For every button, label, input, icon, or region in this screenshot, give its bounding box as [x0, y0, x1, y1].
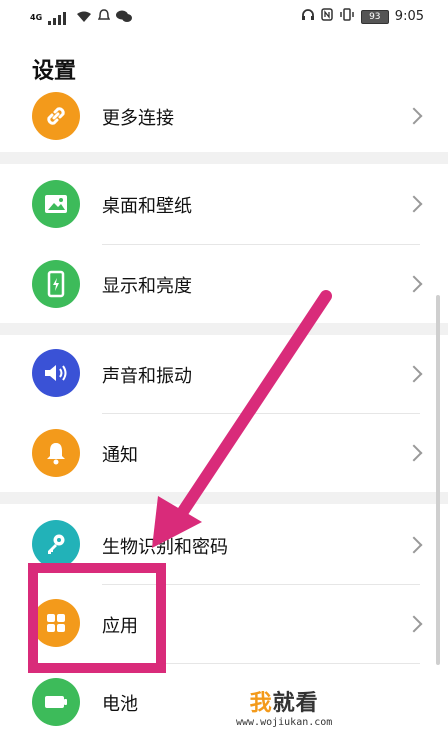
settings-item-label: 声音和振动	[102, 366, 192, 387]
chevron-right-icon	[405, 195, 423, 213]
settings-item-notifications[interactable]: 通知	[0, 414, 448, 492]
watermark: 我就看 www.wojiukan.com	[236, 685, 332, 728]
section-separator	[0, 323, 448, 335]
wifi-icon	[76, 8, 92, 27]
watermark-brand: 我就看	[236, 685, 332, 717]
settings-item-more-connections[interactable]: 更多连接	[0, 90, 448, 142]
chevron-right-icon	[405, 365, 423, 383]
status-bar: 4G 93 9:05	[0, 0, 448, 34]
speaker-icon	[32, 349, 80, 397]
wechat-icon	[116, 8, 133, 27]
settings-item-battery[interactable]: 电池	[0, 664, 448, 735]
settings-item-sound[interactable]: 声音和振动	[0, 335, 448, 413]
chevron-right-icon	[405, 107, 423, 125]
battery-icon	[32, 678, 80, 726]
vibrate-icon	[339, 8, 355, 25]
notification-icon	[97, 8, 111, 27]
clock: 9:05	[394, 9, 424, 24]
battery-level: 93	[360, 9, 389, 24]
bell-icon	[32, 429, 80, 477]
watermark-brand-first: 我	[249, 691, 273, 716]
scrollbar[interactable]	[436, 295, 440, 665]
chevron-right-icon	[405, 275, 423, 293]
settings-item-wallpaper[interactable]: 桌面和壁纸	[0, 164, 448, 244]
image-icon	[32, 180, 80, 228]
nfc-icon	[321, 8, 333, 25]
section-separator	[0, 152, 448, 164]
chevron-right-icon	[405, 615, 423, 633]
chevron-right-icon	[405, 444, 423, 462]
key-icon	[32, 520, 80, 568]
headset-icon	[301, 8, 315, 25]
settings-item-label: 电池	[102, 694, 138, 715]
settings-item-label: 通知	[102, 445, 138, 466]
link-icon	[32, 92, 80, 140]
status-left: 4G	[30, 8, 133, 27]
annotation-highlight-box	[28, 563, 166, 673]
watermark-url: www.wojiukan.com	[236, 717, 333, 728]
section-separator	[0, 492, 448, 504]
page-title: 设置	[32, 59, 77, 84]
watermark-brand-rest: 就看	[272, 691, 319, 716]
signal-icon	[48, 11, 70, 25]
display-icon	[32, 260, 80, 308]
settings-item-label: 更多连接	[102, 108, 174, 129]
settings-item-label: 桌面和壁纸	[102, 196, 192, 217]
settings-item-display[interactable]: 显示和亮度	[0, 245, 448, 323]
chevron-right-icon	[405, 536, 423, 554]
settings-item-label: 生物识别和密码	[102, 537, 228, 558]
status-right: 93 9:05	[301, 8, 424, 25]
settings-item-label: 显示和亮度	[102, 276, 192, 297]
network-type: 4G	[30, 13, 43, 22]
